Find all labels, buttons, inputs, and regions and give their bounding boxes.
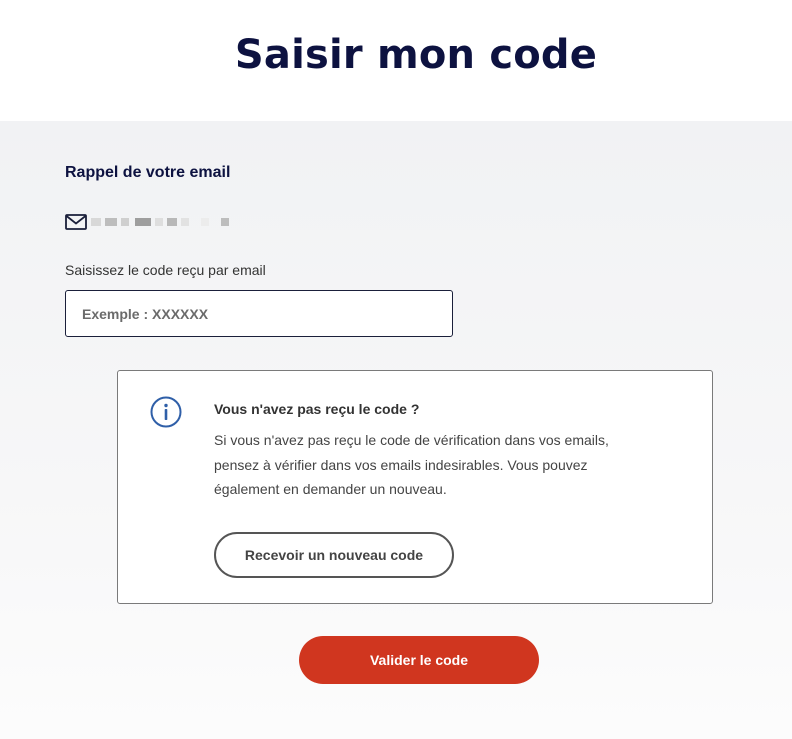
- code-input[interactable]: [65, 290, 453, 337]
- mail-icon: [65, 214, 87, 230]
- code-form-panel: Rappel de votre email Saisissez le code …: [0, 121, 792, 739]
- code-field-label: Saisissez le code reçu par email: [65, 262, 266, 278]
- info-title: Vous n'avez pas reçu le code ?: [214, 401, 420, 417]
- email-reminder-row: [65, 214, 233, 230]
- page-header: Saisir mon code: [0, 0, 792, 121]
- page-title: Saisir mon code: [234, 32, 598, 78]
- resend-code-button[interactable]: Recevoir un nouveau code: [214, 532, 454, 578]
- info-icon: [150, 396, 182, 428]
- masked-email: [91, 218, 233, 226]
- email-reminder-label: Rappel de votre email: [65, 164, 231, 181]
- info-box: Vous n'avez pas reçu le code ? Si vous n…: [117, 370, 713, 604]
- validate-code-button[interactable]: Valider le code: [299, 636, 539, 684]
- info-text: Si vous n'avez pas reçu le code de vérif…: [214, 432, 609, 497]
